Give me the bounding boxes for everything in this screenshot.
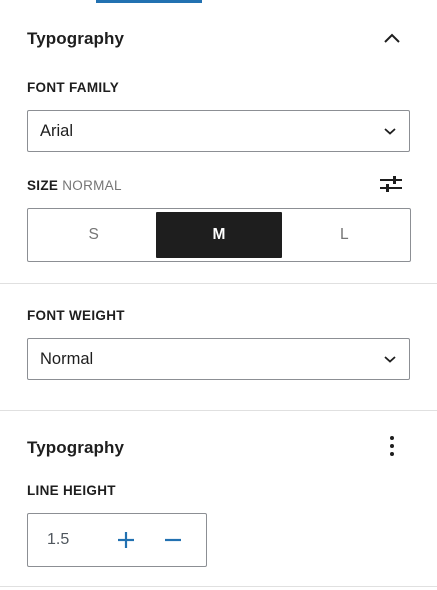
- minus-icon: [165, 538, 181, 542]
- size-current-value: NORMAL: [62, 178, 122, 193]
- decrement-button[interactable]: [161, 528, 185, 552]
- sliders-icon: [380, 176, 402, 192]
- collapse-panel-button[interactable]: [378, 24, 406, 52]
- size-option-m[interactable]: M: [156, 212, 282, 258]
- chevron-down-icon: [384, 128, 396, 135]
- panel-divider: [0, 586, 437, 587]
- line-height-value: 1.5: [47, 531, 70, 548]
- panel-title: Typography: [27, 29, 125, 48]
- size-label-text: SIZE: [27, 178, 59, 193]
- panel-options-button[interactable]: [378, 432, 406, 460]
- font-family-value: Arial: [40, 121, 74, 140]
- font-weight-select[interactable]: Normal: [27, 338, 410, 380]
- plus-icon: [118, 532, 134, 548]
- panel-title: Typography: [27, 438, 125, 457]
- font-family-label: FONT FAMILY: [27, 80, 120, 95]
- panel-divider: [0, 283, 437, 284]
- chevron-up-icon: [384, 33, 400, 43]
- font-weight-value: Normal: [40, 349, 94, 368]
- size-settings-button[interactable]: [377, 170, 405, 198]
- font-size-toggle-group: S M L: [27, 208, 411, 262]
- line-height-input[interactable]: 1.5: [27, 513, 207, 567]
- size-option-l[interactable]: L: [282, 212, 407, 258]
- more-vertical-icon: [390, 436, 394, 456]
- line-height-label: LINE HEIGHT: [27, 483, 116, 498]
- chevron-down-icon: [384, 356, 396, 363]
- size-label: SIZE NORMAL: [27, 178, 122, 193]
- font-weight-label: FONT WEIGHT: [27, 308, 125, 323]
- increment-button[interactable]: [114, 528, 138, 552]
- font-family-select[interactable]: Arial: [27, 110, 410, 152]
- active-tab-indicator: [96, 0, 202, 3]
- panel-divider: [0, 410, 437, 411]
- size-option-s[interactable]: S: [31, 212, 156, 258]
